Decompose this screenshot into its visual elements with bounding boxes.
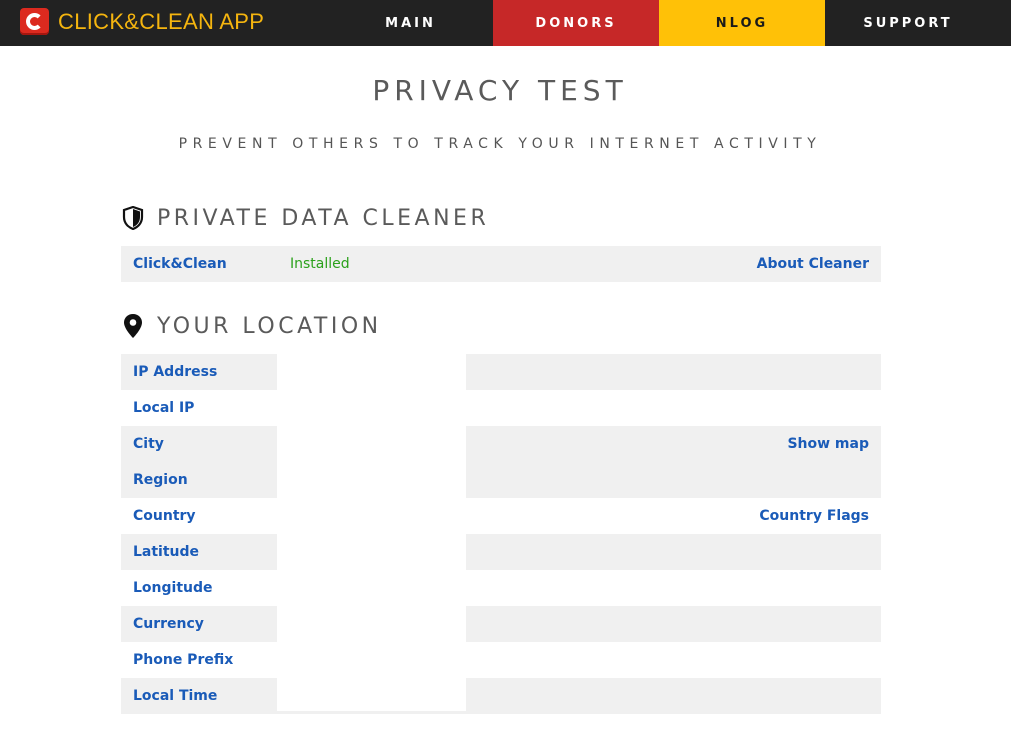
nav-donors[interactable]: DONORS bbox=[493, 0, 659, 46]
local-time-label: Local Time bbox=[133, 688, 218, 704]
page-title: PRIVACY TEST bbox=[372, 74, 628, 107]
country-flags-link[interactable]: Country Flags bbox=[759, 508, 869, 524]
cleaner-status: Installed bbox=[290, 256, 350, 272]
currency-label: Currency bbox=[133, 616, 204, 632]
cleaner-row: Click&Clean Installed About Cleaner bbox=[121, 246, 881, 282]
right-cell bbox=[466, 354, 881, 390]
right-cell bbox=[466, 534, 881, 570]
show-map-link[interactable]: Show map bbox=[787, 436, 869, 452]
city-label: City bbox=[133, 436, 164, 452]
location-section-heading: YOUR LOCATION bbox=[121, 313, 382, 339]
table-bottom-border bbox=[277, 711, 466, 714]
nav-support[interactable]: SUPPORT bbox=[825, 0, 991, 46]
main-nav: MAIN DONORS NLOG SUPPORT bbox=[328, 0, 991, 46]
map-cell: Show map bbox=[466, 426, 881, 498]
country-label: Country bbox=[133, 508, 196, 524]
location-heading: YOUR LOCATION bbox=[157, 313, 382, 339]
page-subtitle: PREVENT OTHERS TO TRACK YOUR INTERNET AC… bbox=[178, 136, 822, 152]
cleaner-heading: PRIVATE DATA CLEANER bbox=[157, 205, 490, 231]
shield-icon bbox=[121, 205, 145, 231]
table-row: IP Address bbox=[121, 354, 277, 390]
table-row: Country bbox=[121, 498, 277, 534]
flags-cell: Country Flags bbox=[466, 498, 881, 534]
app-name: CLICK&CLEAN APP bbox=[58, 8, 265, 34]
table-row: Local Time bbox=[121, 678, 277, 714]
app-logo[interactable]: CLICK&CLEAN APP bbox=[20, 8, 264, 35]
region-label: Region bbox=[133, 472, 188, 488]
table-row: Longitude bbox=[121, 570, 277, 606]
right-cell bbox=[466, 678, 881, 714]
table-row: Phone Prefix bbox=[121, 642, 277, 678]
cleaner-section-heading: PRIVATE DATA CLEANER bbox=[121, 205, 489, 231]
nav-nlog[interactable]: NLOG bbox=[659, 0, 825, 46]
table-row: Latitude bbox=[121, 534, 277, 570]
right-cell bbox=[466, 606, 881, 642]
top-bar: CLICK&CLEAN APP MAIN DONORS NLOG SUPPORT bbox=[0, 0, 1011, 46]
ip-address-label: IP Address bbox=[133, 364, 218, 380]
latitude-label: Latitude bbox=[133, 544, 200, 560]
about-cleaner-link[interactable]: About Cleaner bbox=[757, 256, 869, 272]
table-row: Currency bbox=[121, 606, 277, 642]
local-ip-label: Local IP bbox=[133, 400, 195, 416]
cleaner-name-link[interactable]: Click&Clean bbox=[133, 256, 227, 272]
table-row: City Region bbox=[121, 426, 277, 498]
nav-main[interactable]: MAIN bbox=[328, 0, 493, 46]
phone-prefix-label: Phone Prefix bbox=[133, 652, 234, 668]
values-column bbox=[277, 354, 466, 711]
c-logo-icon bbox=[20, 8, 49, 35]
longitude-label: Longitude bbox=[133, 580, 213, 596]
table-row: Local IP bbox=[121, 390, 277, 426]
map-pin-icon bbox=[121, 313, 145, 339]
